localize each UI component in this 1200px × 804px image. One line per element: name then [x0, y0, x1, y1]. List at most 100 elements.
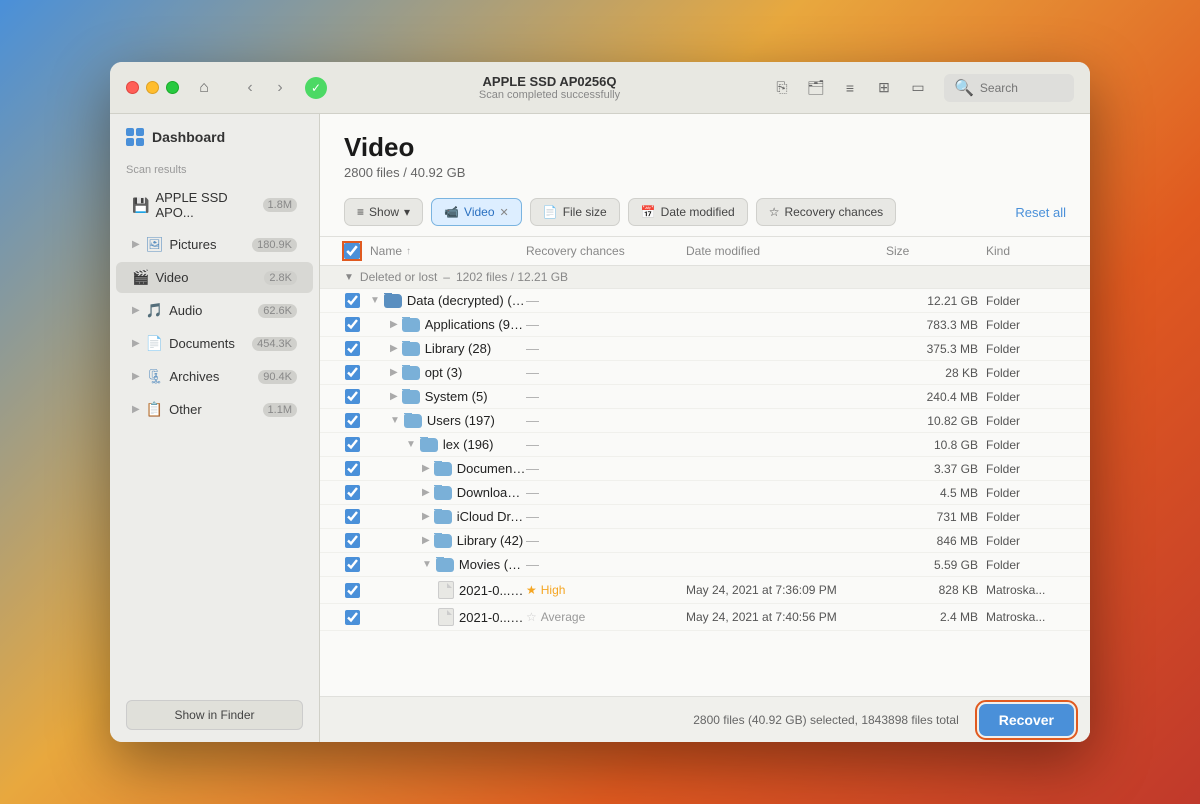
- expand-icon[interactable]: ▶: [422, 511, 430, 522]
- grid-view-btn[interactable]: ⊞: [870, 74, 898, 102]
- close-icon[interactable]: ✕: [500, 206, 509, 219]
- row-check[interactable]: [334, 293, 370, 308]
- row-check[interactable]: [334, 557, 370, 572]
- expand-icon: ▶: [132, 305, 140, 316]
- row-check[interactable]: [334, 583, 370, 598]
- row-checkbox[interactable]: [345, 317, 360, 332]
- expand-icon[interactable]: ▶: [390, 343, 398, 354]
- row-name: lex (196): [443, 437, 494, 452]
- sidebar-item-count: 1.1M: [263, 403, 297, 417]
- row-name-cell: 2021-0...-56.mkv: [370, 608, 526, 626]
- minimize-button[interactable]: [146, 81, 159, 94]
- list-view-btn[interactable]: ≡: [836, 74, 864, 102]
- row-checkbox[interactable]: [345, 610, 360, 625]
- row-checkbox[interactable]: [345, 389, 360, 404]
- expand-icon[interactable]: ▼: [422, 559, 432, 570]
- video-filter-button[interactable]: 📹 Video ✕: [431, 198, 522, 226]
- row-check[interactable]: [334, 485, 370, 500]
- row-checkbox[interactable]: [345, 485, 360, 500]
- expand-icon[interactable]: ▶: [390, 391, 398, 402]
- document-icon-btn[interactable]: ⎘: [768, 74, 796, 102]
- expand-icon[interactable]: ▶: [422, 535, 430, 546]
- row-check[interactable]: [334, 461, 370, 476]
- reset-all-button[interactable]: Reset all: [1015, 205, 1066, 220]
- row-checkbox[interactable]: [345, 509, 360, 524]
- sidebar-item-archives[interactable]: ▶ 🗜 Archives 90.4K: [116, 361, 313, 392]
- table-row: ▶ Library (28) — 375.3 MB Folder: [320, 337, 1090, 361]
- folder-icon: [404, 414, 422, 428]
- size-cell: 375.3 MB: [886, 342, 986, 356]
- search-input[interactable]: [980, 81, 1070, 95]
- filter-bar: ≡ Show ▾ 📹 Video ✕ 📄 File size 📅 Date mo…: [320, 190, 1090, 237]
- table-row: ▶ Downloads (2) — 4.5 MB Folder: [320, 481, 1090, 505]
- expand-icon[interactable]: ▼: [406, 439, 416, 450]
- show-filter-button[interactable]: ≡ Show ▾: [344, 198, 423, 226]
- row-checkbox[interactable]: [345, 557, 360, 572]
- recovery-cell: —: [526, 557, 686, 572]
- row-check[interactable]: [334, 437, 370, 452]
- file-icon: [438, 581, 454, 599]
- table-row: ▶ Documents (35) — 3.37 GB Folder: [320, 457, 1090, 481]
- sidebar-item-pictures[interactable]: ▶ 🖼 Pictures 180.9K: [116, 229, 313, 260]
- recovery-chances-filter-button[interactable]: ☆ Recovery chances: [756, 198, 896, 226]
- row-checkbox[interactable]: [345, 461, 360, 476]
- expand-icon[interactable]: ▶: [390, 319, 398, 330]
- section-dash: –: [443, 270, 450, 284]
- toolbar-icons: ⎘ 🗂 ≡ ⊞ ▭: [768, 74, 932, 102]
- row-check[interactable]: [334, 389, 370, 404]
- nav-buttons: ‹ ›: [237, 75, 293, 101]
- back-button[interactable]: ‹: [237, 75, 263, 101]
- row-name: Library (42): [457, 533, 523, 548]
- row-check[interactable]: [334, 413, 370, 428]
- show-in-finder-button[interactable]: Show in Finder: [126, 700, 303, 730]
- recover-button[interactable]: Recover: [979, 704, 1074, 736]
- row-check[interactable]: [334, 341, 370, 356]
- recovery-cell: —: [526, 365, 686, 380]
- close-button[interactable]: [126, 81, 139, 94]
- row-check[interactable]: [334, 365, 370, 380]
- header-checkbox-cell[interactable]: [334, 243, 370, 259]
- row-name: Users (197): [427, 413, 495, 428]
- maximize-button[interactable]: [166, 81, 179, 94]
- row-check[interactable]: [334, 533, 370, 548]
- expand-icon[interactable]: ▼: [370, 295, 380, 306]
- row-checkbox[interactable]: [345, 413, 360, 428]
- row-check[interactable]: [334, 317, 370, 332]
- sidebar-item-count: 180.9K: [252, 238, 297, 252]
- row-checkbox[interactable]: [345, 365, 360, 380]
- expand-icon[interactable]: ▶: [390, 367, 398, 378]
- master-checkbox[interactable]: [344, 243, 360, 259]
- sidebar-item-audio[interactable]: ▶ 🎵 Audio 62.6K: [116, 295, 313, 326]
- sidebar-item-video[interactable]: 🎬 Video 2.8K: [116, 262, 313, 293]
- other-icon: 📋: [146, 401, 163, 418]
- expand-icon[interactable]: ▼: [390, 415, 400, 426]
- sidebar-item-apple-ssd[interactable]: 💾 APPLE SSD APO... 1.8M: [116, 183, 313, 227]
- scan-complete-icon: ✓: [305, 77, 327, 99]
- row-checkbox[interactable]: [345, 293, 360, 308]
- row-checkbox[interactable]: [345, 341, 360, 356]
- row-check[interactable]: [334, 610, 370, 625]
- row-check[interactable]: [334, 509, 370, 524]
- preview-btn[interactable]: ▭: [904, 74, 932, 102]
- footer-status: 2800 files (40.92 GB) selected, 1843898 …: [336, 713, 959, 727]
- home-button[interactable]: ⌂: [191, 75, 217, 101]
- row-checkbox[interactable]: [345, 437, 360, 452]
- search-bar[interactable]: 🔍: [944, 74, 1074, 102]
- date-modified-filter-button[interactable]: 📅 Date modified: [628, 198, 748, 226]
- folder-icon: [402, 390, 420, 404]
- recovery-cell: —: [526, 389, 686, 404]
- file-size-filter-button[interactable]: 📄 File size: [530, 198, 620, 226]
- recovery-cell: —: [526, 485, 686, 500]
- dashboard-item[interactable]: Dashboard: [110, 114, 319, 160]
- row-name: 2021-0...-56.mkv: [459, 610, 526, 625]
- expand-icon[interactable]: ▶: [422, 463, 430, 474]
- row-checkbox[interactable]: [345, 583, 360, 598]
- expand-icon[interactable]: ▶: [422, 487, 430, 498]
- forward-button[interactable]: ›: [267, 75, 293, 101]
- section-arrow-icon: ▼: [344, 272, 354, 283]
- kind-cell: Folder: [986, 318, 1066, 332]
- sidebar-item-documents[interactable]: ▶ 📄 Documents 454.3K: [116, 328, 313, 359]
- folder-icon-btn[interactable]: 🗂: [802, 74, 830, 102]
- sidebar-item-other[interactable]: ▶ 📋 Other 1.1M: [116, 394, 313, 425]
- row-checkbox[interactable]: [345, 533, 360, 548]
